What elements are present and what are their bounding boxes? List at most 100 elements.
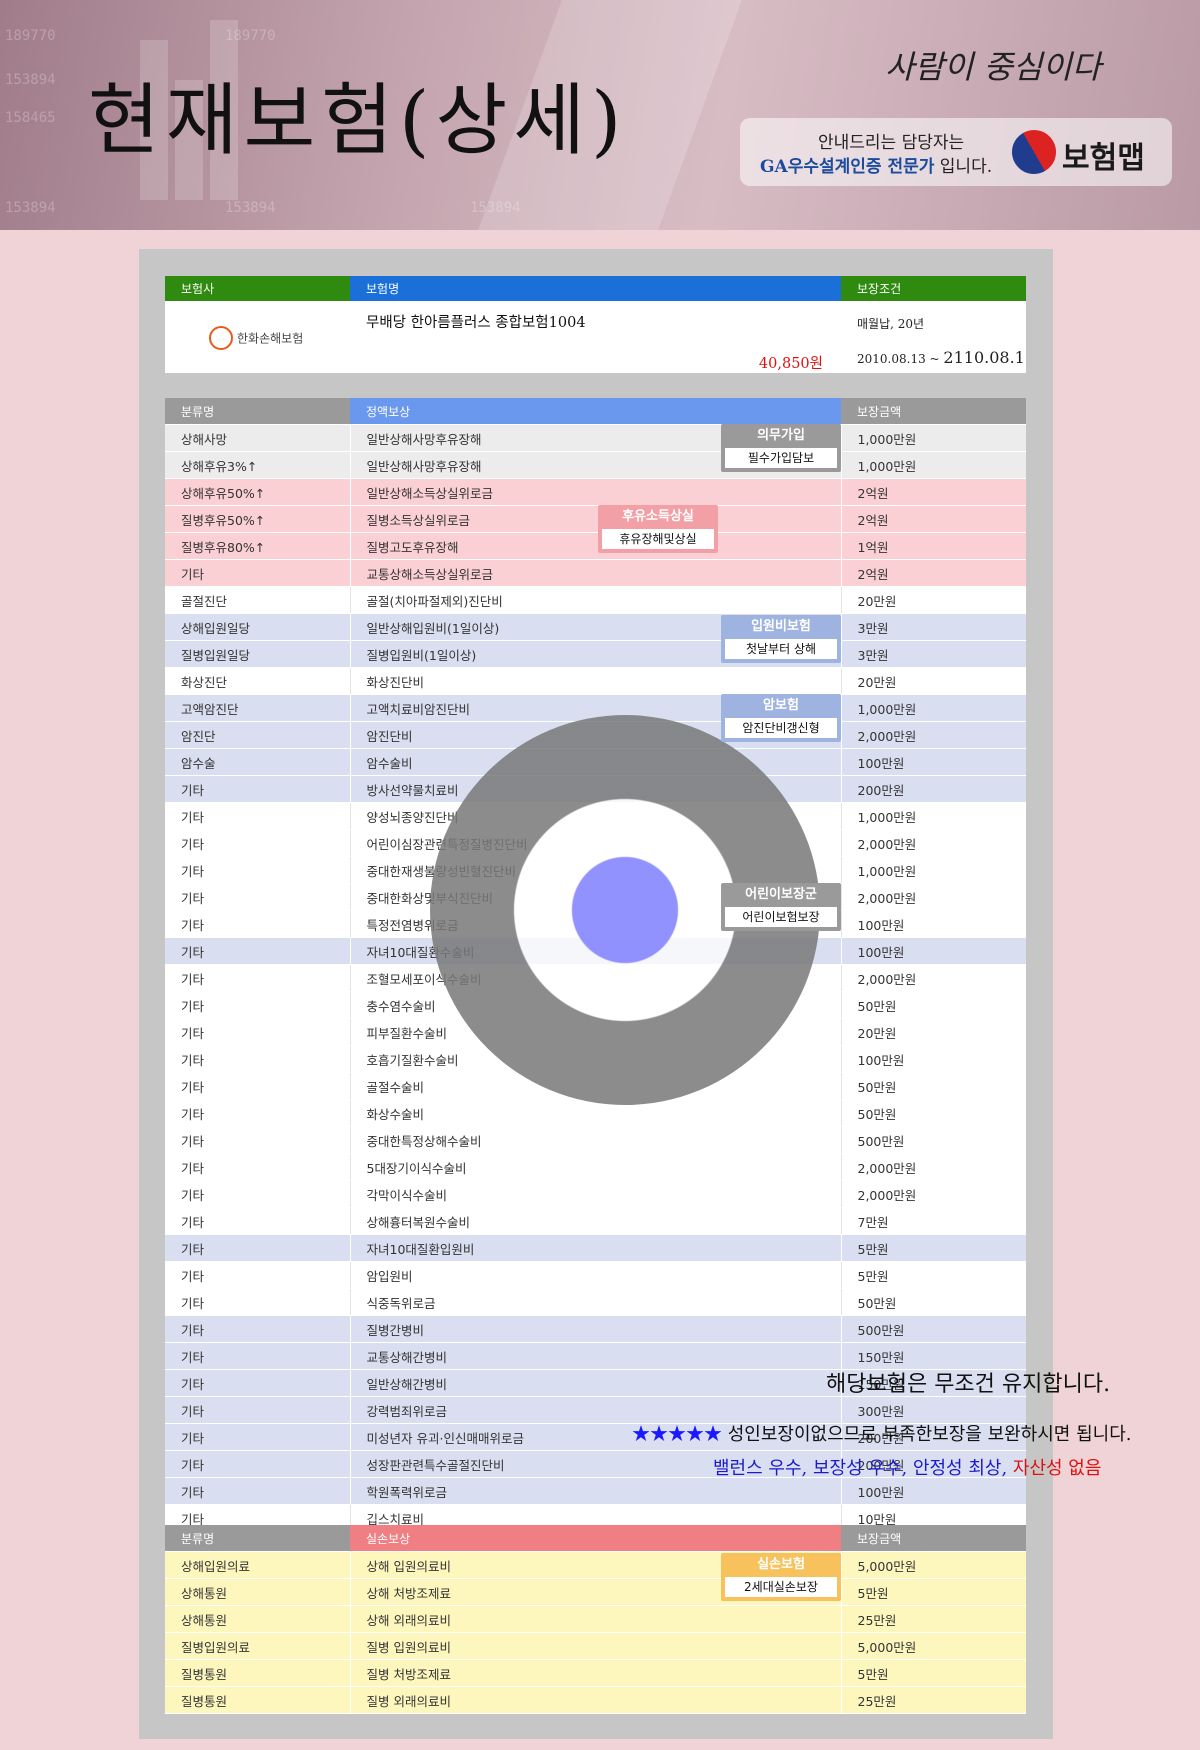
header-company: 보험사	[165, 276, 350, 302]
cell-category: 상해통원	[165, 1605, 350, 1633]
table-row: 기타 각막이식수술비 2,000만원	[165, 1180, 1026, 1208]
cell-category: 기타	[165, 1261, 350, 1289]
cell-amount: 1,000만원	[841, 451, 1026, 479]
cell-category: 기타	[165, 1234, 350, 1262]
cell-coverage: 일반상해간병비	[349, 1369, 842, 1397]
cell-amount: 3만원	[841, 613, 1026, 641]
cell-amount: 200만원	[841, 775, 1026, 803]
table-row: 기타 교통상해소득상실위로금 2억원	[165, 559, 1026, 587]
cell-amount: 25만원	[841, 1605, 1026, 1633]
cell-category: 암진단	[165, 721, 350, 749]
cell-amount: 25만원	[841, 1686, 1026, 1714]
cell-amount: 2,000만원	[841, 1153, 1026, 1181]
payment-terms: 매월납, 20년	[857, 317, 925, 331]
cell-category: 질병후유50%↑	[165, 505, 350, 533]
cell-category: 기타	[165, 910, 350, 938]
period-start: 2010.08.13	[857, 352, 926, 366]
table-row: 골절진단 골절(치아파절제외)진단비 20만원	[165, 586, 1026, 614]
cell-category: 기타	[165, 829, 350, 857]
cell-coverage: 학원폭력위로금	[349, 1477, 842, 1505]
cell-coverage: 암입원비	[349, 1261, 842, 1289]
cell-amount: 50만원	[841, 1288, 1026, 1316]
deco-number: 158465	[5, 110, 56, 126]
cell-category: 암수술	[165, 748, 350, 776]
product-name: 무배당 한아름플러스 종합보험1004	[366, 315, 586, 331]
cell-coverage: 질병고도후유장해	[349, 532, 842, 560]
cell-amount: 5,000만원	[841, 1551, 1026, 1579]
cell-amount: 100만원	[841, 748, 1026, 776]
policy-summary-table: 보험사 보험명 보장조건 한화손해보험 무배당 한아름플러스 종합보험1004 …	[165, 276, 1026, 373]
table-row: 기타 상해흉터복원수술비 7만원	[165, 1207, 1026, 1235]
cell-coverage: 암수술비	[349, 748, 842, 776]
header-category: 분류명	[165, 1525, 350, 1552]
table-row: 질병통원 질병 외래의료비 25만원	[165, 1686, 1026, 1714]
badge-subtitle: 2세대실손보장	[725, 1577, 837, 1597]
cell-category: 기타	[165, 1045, 350, 1073]
cell-category: 기타	[165, 1126, 350, 1154]
cell-category: 질병통원	[165, 1659, 350, 1687]
header-amount: 보장금액	[841, 398, 1026, 425]
table-row: 기타 중대한재생불량성빈혈진단비 1,000만원	[165, 856, 1026, 884]
cell-coverage: 질병간병비	[349, 1315, 842, 1343]
table-row: 상해후유50%↑ 일반상해소득상실위로금 2억원	[165, 478, 1026, 506]
cell-category: 기타	[165, 937, 350, 965]
table-row: 기타 화상수술비 50만원	[165, 1099, 1026, 1127]
cell-category: 기타	[165, 1207, 350, 1235]
table-row: 상해입원의료 상해 입원의료비 5,000만원	[165, 1551, 1026, 1579]
table-row: 질병입원의료 질병 입원의료비 5,000만원	[165, 1632, 1026, 1660]
cell-coverage: 화상진단비	[349, 667, 842, 695]
cell-category: 기타	[165, 1018, 350, 1046]
cell-category: 질병후유80%↑	[165, 532, 350, 560]
cell-category: 기타	[165, 1099, 350, 1127]
table-row: 기타 암입원비 5만원	[165, 1261, 1026, 1289]
table-row: 고액암진단 고액치료비암진단비 1,000만원	[165, 694, 1026, 722]
table-row: 질병후유80%↑ 질병고도후유장해 1억원	[165, 532, 1026, 560]
cell-coverage: 자녀10대질환입원비	[349, 1234, 842, 1262]
cell-coverage: 일반상해소득상실위로금	[349, 478, 842, 506]
cell-amount: 50만원	[841, 1099, 1026, 1127]
cell-amount: 1,000만원	[841, 694, 1026, 722]
terms-cell: 매월납, 20년 2010.08.13 ~ 2110.08.13	[841, 301, 1026, 373]
cell-category: 골절진단	[165, 586, 350, 614]
cell-coverage: 교통상해소득상실위로금	[349, 559, 842, 587]
cell-amount: 5만원	[841, 1261, 1026, 1289]
company-logo-icon	[209, 325, 233, 350]
table-row: 질병통원 질병 처방조제료 5만원	[165, 1659, 1026, 1687]
note-evaluation: 밸런스 우수, 보장성 우수, 안정성 최상, 자산성 없음	[713, 1454, 1101, 1480]
table-row: 기타 호흡기질환수술비 100만원	[165, 1045, 1026, 1073]
cell-coverage: 질병 입원의료비	[349, 1632, 842, 1660]
header-coverage: 정액보상	[350, 398, 841, 425]
cell-amount: 5,000만원	[841, 1632, 1026, 1660]
badge-subtitle: 첫날부터 상해	[725, 639, 837, 659]
cell-category: 상해입원일당	[165, 613, 350, 641]
cell-category: 상해후유3%↑	[165, 451, 350, 479]
policy-body-row: 한화손해보험 무배당 한아름플러스 종합보험1004 40,850원 매월납, …	[165, 301, 1026, 373]
header-banner: 189770 189770 153894 158465 153894 15389…	[0, 0, 1200, 230]
cell-coverage: 충수염수술비	[349, 991, 842, 1019]
badge-title: 후유소득상실	[622, 509, 694, 524]
badge-title: 의무가입	[757, 428, 805, 443]
table-row: 기타 식중독위로금 50만원	[165, 1288, 1026, 1316]
cell-amount: 1억원	[841, 532, 1026, 560]
guide-rest: 입니다.	[934, 157, 993, 177]
cell-amount: 500만원	[841, 1315, 1026, 1343]
cell-amount: 7만원	[841, 1207, 1026, 1235]
cell-amount: 50만원	[841, 1072, 1026, 1100]
table-row: 상해통원 상해 처방조제료 5만원	[165, 1578, 1026, 1606]
cell-category: 상해통원	[165, 1578, 350, 1606]
table-row: 상해사망 일반상해사망후유장해 1,000만원	[165, 424, 1026, 452]
cell-category: 기타	[165, 1180, 350, 1208]
actual-loss-table: 분류명 실손보상 보장금액 상해입원의료 상해 입원의료비 5,000만원 상해통원 상…	[165, 1525, 1026, 1714]
table-row: 기타 어린이심장관련특정질병진단비 2,000만원	[165, 829, 1026, 857]
cell-amount: 20만원	[841, 1018, 1026, 1046]
cell-amount: 2억원	[841, 559, 1026, 587]
badge-actual-loss: 실손보험 2세대실손보장	[721, 1553, 841, 1601]
cell-category: 화상진단	[165, 667, 350, 695]
cell-category: 기타	[165, 991, 350, 1019]
badge-mandatory: 의무가입 필수가입담보	[721, 424, 841, 472]
badge-title: 어린이보장군	[745, 887, 817, 902]
badge-subtitle: 암진단비갱신형	[725, 718, 837, 738]
note-maintain: 해당보험은 무조건 유지합니다.	[826, 1372, 1111, 1397]
table-row: 기타 충수염수술비 50만원	[165, 991, 1026, 1019]
cell-category: 상해사망	[165, 424, 350, 452]
